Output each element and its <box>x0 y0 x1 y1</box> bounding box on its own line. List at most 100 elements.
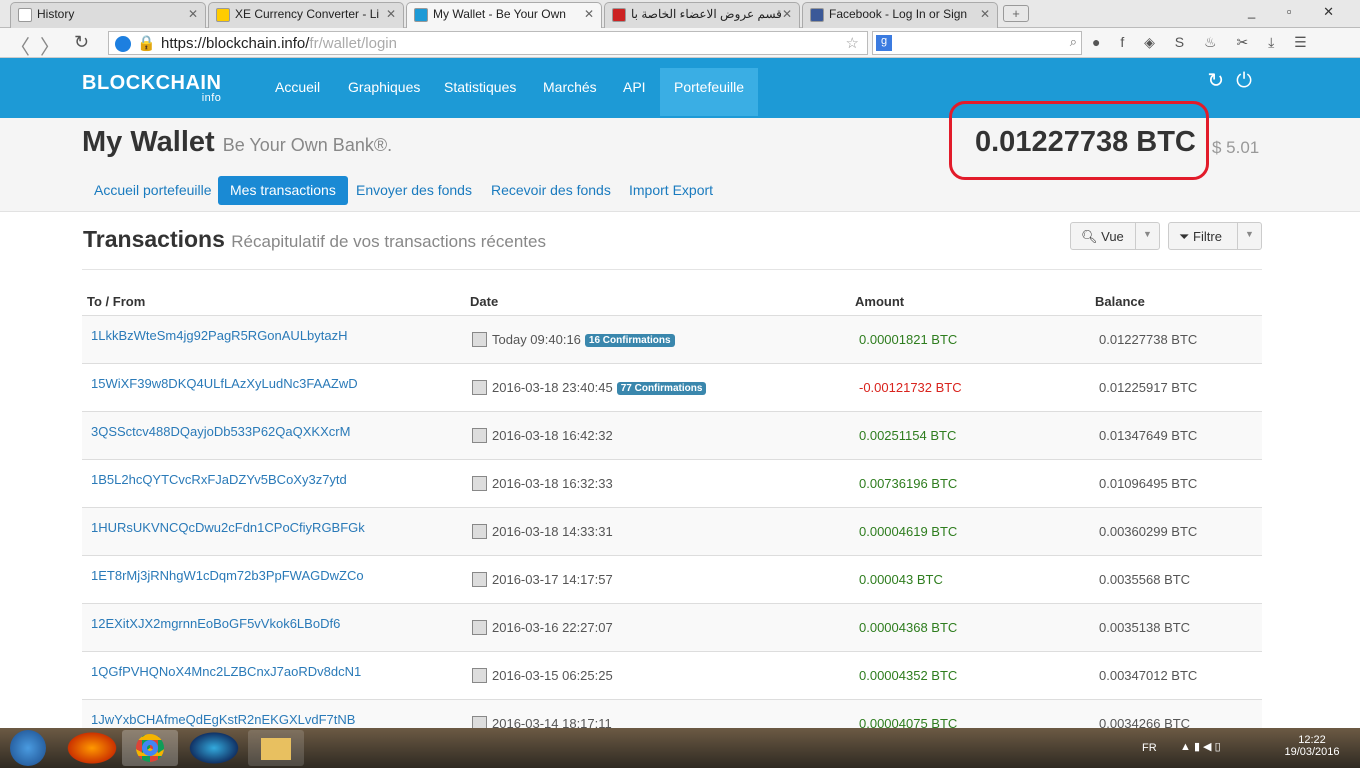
address-toolbar: 〈 〉 ↻ 🔒 https://blockchain.info/fr/walle… <box>0 28 1360 60</box>
page-title: My Wallet Be Your Own Bank®. <box>82 126 393 158</box>
calendar-icon <box>472 428 487 443</box>
windows-taskbar: FR ▲ ▮ ◀ ▯ 12:22 19/03/2016 <box>0 728 1360 768</box>
chrome-taskbar-icon[interactable] <box>122 730 178 766</box>
system-tray: FR ▲ ▮ ◀ ▯ 12:22 19/03/2016 <box>1130 728 1360 768</box>
search-box[interactable]: g ⌕ <box>872 31 1082 55</box>
chevron-down-icon: ▼ <box>1135 223 1159 249</box>
close-tab-icon[interactable]: ✕ <box>188 7 198 21</box>
window-controls[interactable]: _ ▫ ✕ <box>1248 4 1348 20</box>
refresh-icon[interactable]: ↻ <box>1207 70 1236 92</box>
firefox-taskbar-icon[interactable] <box>64 730 120 766</box>
table-row: 1QGfPVHQNoX4Mnc2LZBCnxJ7aoRDv8dcN1 2016-… <box>82 652 1262 700</box>
table-row: 1ET8rMj3jRNhgW1cDqm72b3PpFWAGDwZCo 2016-… <box>82 556 1262 604</box>
tx-balance: 0.0035568 BTC <box>1099 572 1191 587</box>
browser-tab[interactable]: XE Currency Converter - Li ✕ <box>208 2 404 28</box>
tx-balance: 0.01347649 BTC <box>1099 428 1198 443</box>
nav-item[interactable]: Statistiques <box>430 68 530 116</box>
reload-icon[interactable]: ↻ <box>74 32 89 53</box>
tx-balance: 0.0035138 BTC <box>1099 620 1191 635</box>
favicon-icon <box>18 8 32 22</box>
tx-amount: 0.000043 BTC <box>859 572 943 587</box>
nav-item[interactable]: Accueil <box>261 68 334 116</box>
tray-icons[interactable]: ▲ ▮ ◀ ▯ <box>1180 740 1221 753</box>
address-link[interactable]: 15WiXF39w8DKQ4ULfLAzXyLudNc3FAAZwD <box>91 376 358 391</box>
close-tab-icon[interactable]: ✕ <box>782 7 792 21</box>
calendar-icon <box>472 620 487 635</box>
browser-tab[interactable]: Facebook - Log In or Sign ✕ <box>802 2 998 28</box>
browser-tab[interactable]: My Wallet - Be Your Own ✕ <box>406 2 602 28</box>
favicon-icon <box>414 8 428 22</box>
address-link[interactable]: 1JwYxbCHAfmeQdEgKstR2nEKGXLvdF7tNB <box>91 712 355 727</box>
table-row: 15WiXF39w8DKQ4ULfLAzXyLudNc3FAAZwD 2016-… <box>82 364 1262 412</box>
app-taskbar-icon[interactable] <box>186 730 242 766</box>
tx-amount: -0.00121732 BTC <box>859 380 962 395</box>
search-icon[interactable]: ⌕ <box>1070 34 1077 50</box>
tx-amount: 0.00251154 BTC <box>859 428 957 443</box>
close-tab-icon[interactable]: ✕ <box>584 7 594 21</box>
favicon-icon <box>612 8 626 22</box>
calendar-icon <box>472 380 487 395</box>
tx-date: 2016-03-15 06:25:25 <box>492 668 613 683</box>
blockchain-logo[interactable]: BLOCKCHAIN info <box>82 72 221 104</box>
browser-tab[interactable]: History ✕ <box>10 2 206 28</box>
filter-icon: ⏷ <box>1179 229 1190 244</box>
confirmations-badge: 16 Confirmations <box>584 334 675 347</box>
address-link[interactable]: 3QSSctcv488DQayjoDb533P62QaQXKXcrM <box>91 424 350 439</box>
wallet-tab[interactable]: Mes transactions <box>218 176 348 205</box>
tx-balance: 0.01227738 BTC <box>1099 332 1198 347</box>
close-tab-icon[interactable]: ✕ <box>980 7 990 21</box>
tx-date: 2016-03-16 22:27:07 <box>492 620 613 635</box>
browser-tab[interactable]: قسم عروض الاعضاء الخاصة با ✕ <box>604 2 800 28</box>
zoom-icon: 🔍︎ <box>1081 229 1098 244</box>
tx-date: 2016-03-17 14:17:57 <box>492 572 613 587</box>
bookmark-star-icon[interactable]: ☆ <box>846 34 859 52</box>
calendar-icon <box>472 476 487 491</box>
verified-icon <box>115 36 131 52</box>
lock-icon: 🔒 <box>137 35 156 52</box>
wallet-tab[interactable]: Accueil portefeuille <box>82 176 224 205</box>
tx-date: 2016-03-18 16:32:33 <box>492 476 613 491</box>
address-link[interactable]: 12EXitXJX2mgrnnEoBoGF5vVkok6LBoDf6 <box>91 616 340 631</box>
forward-icon[interactable]: 〉 <box>40 31 60 60</box>
tx-amount: 0.00736196 BTC <box>859 476 958 491</box>
explorer-taskbar-icon[interactable] <box>248 730 304 766</box>
address-link[interactable]: 1QGfPVHQNoX4Mnc2LZBCnxJ7aoRDv8dcN1 <box>91 664 361 679</box>
extension-icons[interactable]: ● f ◈ S ♨ ✂ ⤓ ☰ <box>1092 34 1315 51</box>
address-link[interactable]: 1HURsUKVNCQcDwu2cFdn1CPoCfiyRGBFGk <box>91 520 365 535</box>
power-icon[interactable]: ⏻ <box>1236 70 1264 92</box>
wallet-tab[interactable]: Recevoir des fonds <box>479 176 623 205</box>
divider <box>82 269 1262 270</box>
table-row: 1B5L2hcQYTCvcRxFJaDZYv5BCoXy3z7ytd 2016-… <box>82 460 1262 508</box>
tx-balance: 0.01096495 BTC <box>1099 476 1198 491</box>
address-link[interactable]: 1ET8rMj3jRNhgW1cDqm72b3PpFWAGDwZCo <box>91 568 364 583</box>
confirmations-badge: 77 Confirmations <box>616 382 707 395</box>
filter-dropdown[interactable]: ⏷ Filtre ▼ <box>1168 222 1262 250</box>
back-icon[interactable]: 〈 <box>10 31 30 60</box>
nav-item[interactable]: Marchés <box>529 68 611 116</box>
section-title: Transactions Récapitulatif de vos transa… <box>83 226 546 252</box>
url-bar[interactable]: 🔒 https://blockchain.info/fr/wallet/logi… <box>108 31 868 55</box>
wallet-tab[interactable]: Import Export <box>617 176 725 205</box>
tx-amount: 0.00004352 BTC <box>859 668 958 683</box>
clock[interactable]: 12:22 19/03/2016 <box>1282 734 1342 758</box>
start-button[interactable] <box>10 730 46 766</box>
google-icon[interactable]: g <box>876 35 892 51</box>
close-tab-icon[interactable]: ✕ <box>386 7 396 21</box>
tx-amount: 0.00004368 BTC <box>859 620 958 635</box>
view-dropdown[interactable]: 🔍︎ Vue ▼ <box>1070 222 1160 250</box>
balance-usd: $ 5.01 <box>1212 138 1260 157</box>
calendar-icon <box>472 668 487 683</box>
table-row: 1LkkBzWteSm4jg92PagR5RGonAULbytazH Today… <box>82 316 1262 364</box>
tx-balance: 0.01225917 BTC <box>1099 380 1198 395</box>
wallet-tab[interactable]: Envoyer des fonds <box>344 176 484 205</box>
tx-amount: 0.00004619 BTC <box>859 524 958 539</box>
nav-item[interactable]: Portefeuille <box>660 68 759 116</box>
nav-item[interactable]: API <box>609 68 660 116</box>
address-link[interactable]: 1LkkBzWteSm4jg92PagR5RGonAULbytazH <box>91 328 348 343</box>
calendar-icon <box>472 572 487 587</box>
new-tab-button[interactable]: + <box>1003 5 1029 22</box>
favicon-icon <box>810 8 824 22</box>
nav-item[interactable]: Graphiques <box>334 68 434 116</box>
address-link[interactable]: 1B5L2hcQYTCvcRxFJaDZYv5BCoXy3z7ytd <box>91 472 347 487</box>
tx-date: 2016-03-18 14:33:31 <box>492 524 613 539</box>
